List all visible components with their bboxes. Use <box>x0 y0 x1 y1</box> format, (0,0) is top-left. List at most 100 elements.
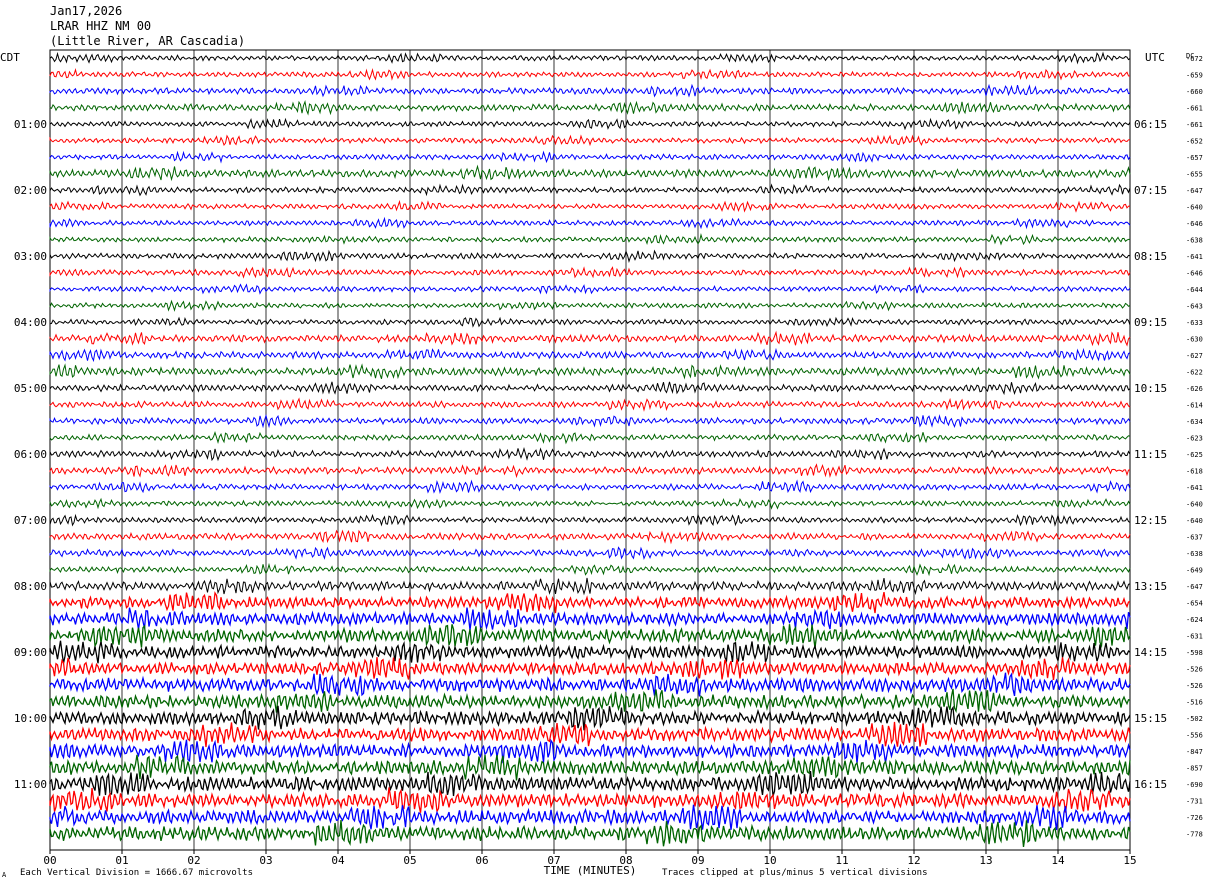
x-tick-label: 05 <box>403 854 416 867</box>
right-axis-label: UTC <box>1145 51 1165 64</box>
x-axis-label: TIME (MINUTES) <box>544 864 637 877</box>
cdt-hour-label: 04:00 <box>14 316 47 329</box>
seismic-trace <box>49 51 1131 65</box>
seismic-trace <box>49 640 1131 664</box>
seismic-trace <box>49 463 1131 479</box>
dc-offset-label: -598 <box>1186 649 1203 657</box>
seismic-trace <box>49 771 1131 797</box>
utc-hour-label: 12:15 <box>1134 514 1167 527</box>
x-tick-label: 10 <box>763 854 776 867</box>
x-tick-label: 03 <box>259 854 272 867</box>
dc-offset-label: -618 <box>1186 468 1203 476</box>
seismic-trace <box>49 283 1131 295</box>
seismic-trace <box>49 431 1131 445</box>
dc-offset-label: -526 <box>1186 666 1203 674</box>
x-tick-label: 12 <box>907 854 920 867</box>
dc-offset-label: -623 <box>1186 435 1203 443</box>
seismic-trace <box>49 497 1131 510</box>
cdt-hour-label: 02:00 <box>14 184 47 197</box>
seismic-trace <box>49 721 1131 748</box>
cdt-hour-label: 11:00 <box>14 778 47 791</box>
clip-note: Traces clipped at plus/minus 5 vertical … <box>662 868 928 878</box>
dc-offset-label: -516 <box>1186 699 1203 707</box>
left-axis-label: CDT <box>0 51 20 64</box>
seismic-trace <box>49 316 1131 328</box>
seismic-trace <box>49 787 1131 814</box>
dc-offset-label: -647 <box>1186 583 1203 591</box>
dc-offset-label: -526 <box>1186 682 1203 690</box>
utc-hour-label: 14:15 <box>1134 646 1167 659</box>
seismic-trace <box>49 117 1131 131</box>
dc-offset-label: -641 <box>1186 484 1203 492</box>
dc-offset-label: -646 <box>1186 220 1203 228</box>
dc-offset-label: -652 <box>1186 138 1203 146</box>
seismic-trace <box>49 562 1131 577</box>
seismic-trace <box>49 216 1131 230</box>
dc-offset-label: -690 <box>1186 781 1203 789</box>
dc-offset-label: -647 <box>1186 187 1203 195</box>
dc-offset-label: -661 <box>1186 105 1203 113</box>
seismic-trace <box>49 820 1131 847</box>
utc-hour-label: 13:15 <box>1134 580 1167 593</box>
seismic-trace <box>49 446 1131 462</box>
dc-offset-label: -644 <box>1186 286 1203 294</box>
dc-offset-label: -654 <box>1186 600 1203 608</box>
seismic-trace <box>49 529 1131 545</box>
seismic-trace <box>49 164 1131 182</box>
dc-offset-label: -502 <box>1186 715 1203 723</box>
x-tick-label: 13 <box>979 854 992 867</box>
plot-frame <box>49 49 1131 851</box>
seismic-trace <box>49 804 1131 831</box>
cdt-hour-label: 07:00 <box>14 514 47 527</box>
dc-offset-label: -657 <box>1186 154 1203 162</box>
seismic-trace <box>49 363 1131 380</box>
dc-offset-label: -672 <box>1186 55 1203 63</box>
seismic-trace <box>49 150 1131 164</box>
dc-offset-label: -659 <box>1186 72 1203 80</box>
dc-offset-label: -626 <box>1186 385 1203 393</box>
cdt-hour-label: 01:00 <box>14 118 47 131</box>
seismic-trace <box>49 546 1131 560</box>
dc-offset-label: -630 <box>1186 336 1203 344</box>
dc-offset-label: -646 <box>1186 270 1203 278</box>
utc-hour-label: 10:15 <box>1134 382 1167 395</box>
seismic-trace <box>49 513 1131 527</box>
corner-mark: A <box>2 871 7 879</box>
seismic-trace <box>49 299 1131 312</box>
dc-offset-label: -638 <box>1186 550 1203 558</box>
dc-offset-label: -660 <box>1186 88 1203 96</box>
dc-offset-label: -556 <box>1186 732 1203 740</box>
dc-offset-label: -655 <box>1186 171 1203 179</box>
seismic-trace <box>49 657 1131 681</box>
seismic-trace <box>49 67 1131 81</box>
seismic-trace <box>49 347 1131 363</box>
seismic-trace <box>49 577 1131 596</box>
dc-offset-label: -622 <box>1186 369 1203 377</box>
utc-hour-label: 09:15 <box>1134 316 1167 329</box>
seismic-trace <box>49 99 1131 116</box>
dc-offset-label: -625 <box>1186 451 1203 459</box>
cdt-hour-label: 03:00 <box>14 250 47 263</box>
dc-offset-label: -640 <box>1186 204 1203 212</box>
utc-hour-label: 15:15 <box>1134 712 1167 725</box>
dc-offset-label: -640 <box>1186 517 1203 525</box>
x-tick-label: 01 <box>115 854 128 867</box>
x-tick-label: 09 <box>691 854 704 867</box>
seismic-trace <box>49 738 1131 764</box>
seismic-trace <box>49 183 1131 197</box>
seismic-trace <box>49 249 1131 264</box>
x-tick-label: 00 <box>43 854 56 867</box>
x-tick-label: 14 <box>1051 854 1065 867</box>
seismic-trace <box>49 479 1131 495</box>
dc-offset-label: -614 <box>1186 402 1203 410</box>
seismic-trace <box>49 397 1131 412</box>
cdt-hour-label: 10:00 <box>14 712 47 725</box>
dc-offset-label: -726 <box>1186 814 1203 822</box>
seismic-trace <box>49 330 1131 347</box>
seismic-trace <box>49 624 1131 649</box>
dc-offset-label: -633 <box>1186 319 1203 327</box>
utc-hour-label: 08:15 <box>1134 250 1167 263</box>
seismic-trace <box>49 266 1131 279</box>
utc-hour-label: 16:15 <box>1134 778 1167 791</box>
seismic-trace <box>49 83 1131 98</box>
